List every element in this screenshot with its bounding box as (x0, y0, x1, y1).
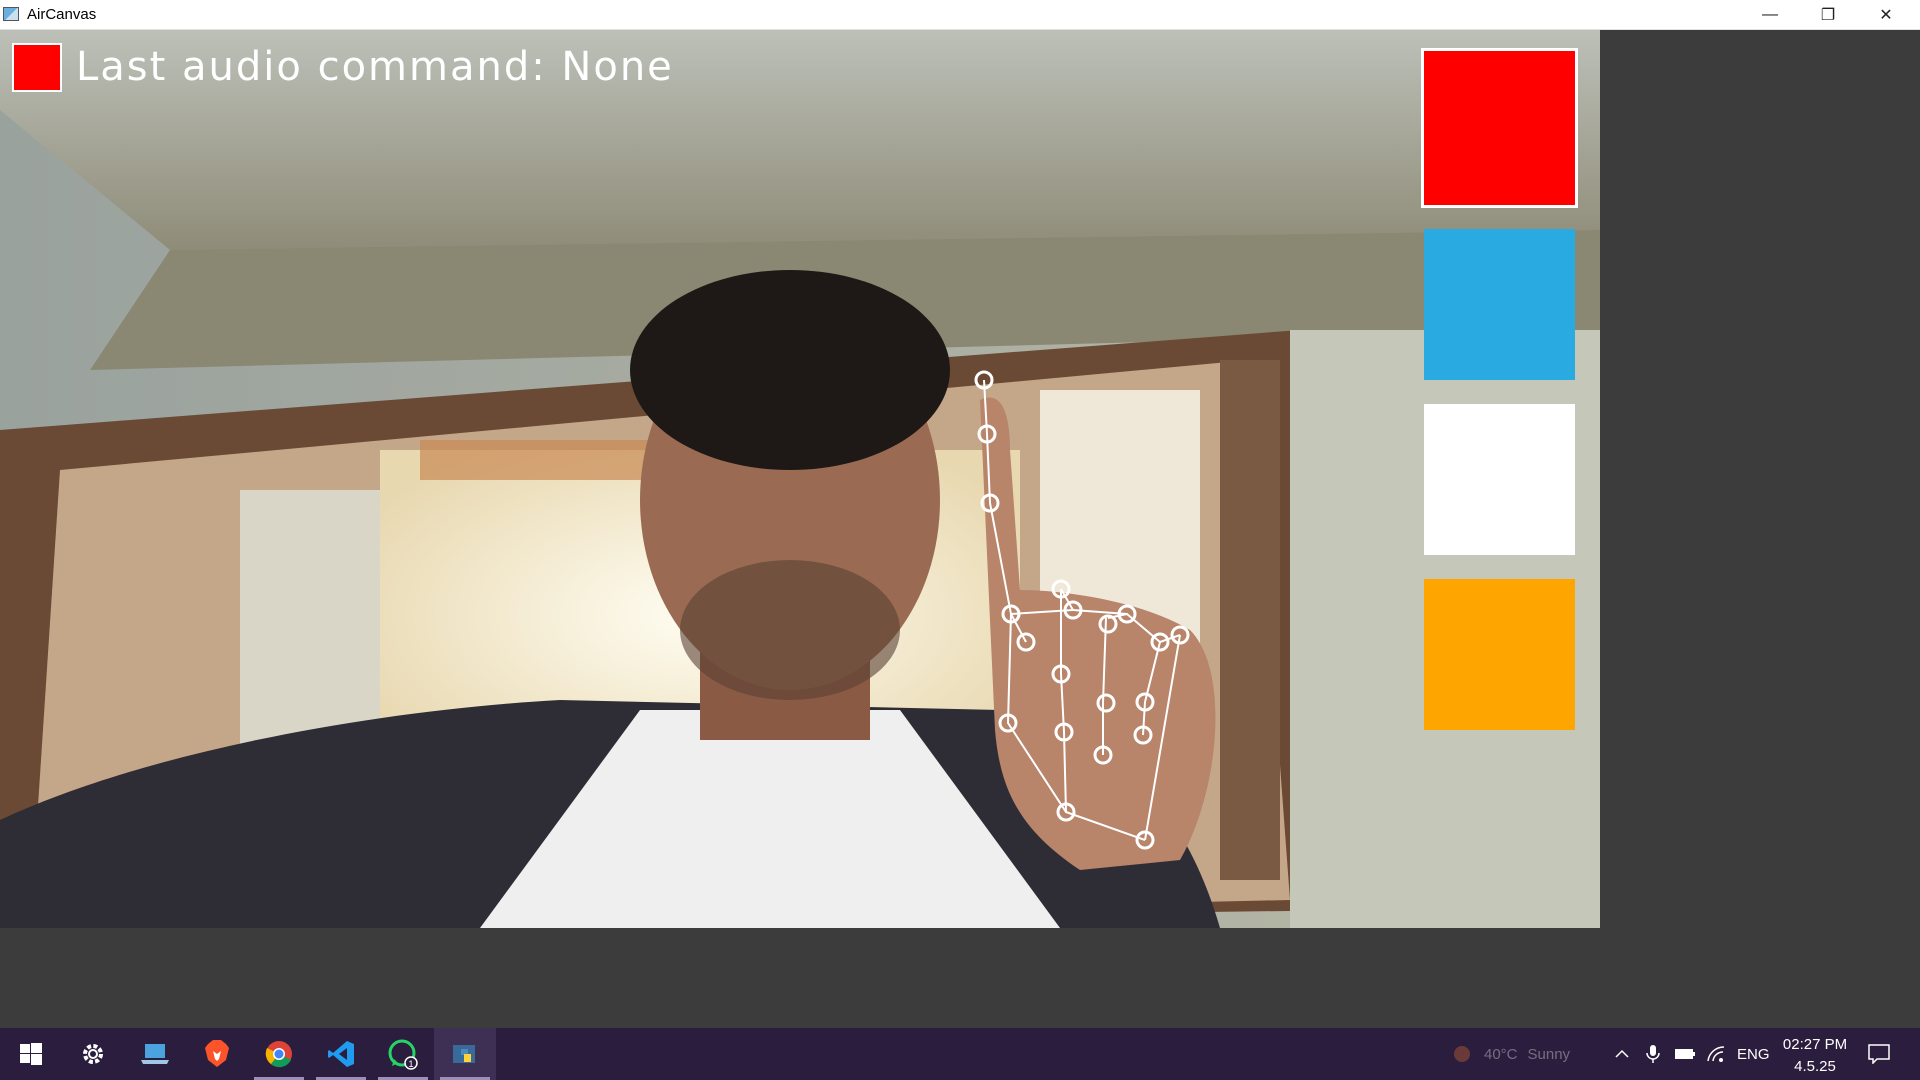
clock-time: 02:27 PM (1782, 1036, 1848, 1053)
palette-white-swatch[interactable] (1424, 404, 1575, 555)
network-button[interactable] (1706, 1028, 1726, 1080)
restore-button[interactable]: ❐ (1799, 0, 1857, 29)
clock-date: 4.5.25 (1794, 1058, 1836, 1075)
show-hidden-icons-button[interactable] (1614, 1028, 1630, 1080)
weather-widget[interactable]: 40°C Sunny (1450, 1028, 1570, 1080)
window-title: AirCanvas (27, 6, 97, 23)
brave-button[interactable] (186, 1028, 248, 1080)
python-button[interactable] (434, 1028, 496, 1080)
wifi-icon (1707, 1046, 1725, 1062)
close-button[interactable]: ✕ (1857, 0, 1915, 29)
this-pc-button[interactable] (124, 1028, 186, 1080)
palette-red-swatch[interactable] (1421, 48, 1578, 208)
microphone-icon (1646, 1045, 1660, 1063)
notification-icon (1868, 1044, 1890, 1064)
brave-lion-icon (205, 1040, 229, 1067)
chevron-up-icon (1615, 1049, 1629, 1058)
taskbar: 1 40°C Sunny ENG 02:27 PM 4.5.25 (0, 1028, 1920, 1080)
sun-icon (1454, 1046, 1470, 1062)
input-language-button[interactable]: ENG (1737, 1028, 1770, 1080)
palette-blue-swatch[interactable] (1424, 229, 1575, 380)
vscode-button[interactable] (310, 1028, 372, 1080)
whatsapp-badge: 1 (408, 1059, 413, 1069)
start-button[interactable] (0, 1028, 62, 1080)
clock[interactable]: 02:27 PM 4.5.25 (1770, 1034, 1860, 1078)
whatsapp-button[interactable]: 1 (372, 1028, 434, 1080)
chrome-button[interactable] (248, 1028, 310, 1080)
battery-icon (1675, 1049, 1695, 1059)
laptop-icon (141, 1044, 169, 1064)
chrome-icon (265, 1041, 292, 1068)
current-color-indicator (12, 43, 62, 92)
settings-button[interactable] (62, 1028, 124, 1080)
windows-logo-icon (20, 1043, 42, 1065)
action-center-button[interactable] (1868, 1028, 1890, 1080)
camera-feed[interactable]: Last audio command: None (0, 30, 1600, 928)
weather-temp: 40°C (1484, 1045, 1518, 1063)
python-icon (453, 1045, 475, 1063)
battery-button[interactable] (1674, 1028, 1696, 1080)
microphone-button[interactable] (1645, 1028, 1661, 1080)
whatsapp-icon: 1 (388, 1039, 418, 1070)
vscode-icon (328, 1041, 354, 1067)
minimize-button[interactable]: — (1741, 0, 1799, 29)
webcam-image (0, 30, 1600, 928)
title-bar: AirCanvas — ❐ ✕ (0, 0, 1920, 30)
gear-icon (83, 1044, 103, 1064)
palette-orange-swatch[interactable] (1424, 579, 1575, 730)
audio-command-status: Last audio command: None (76, 44, 674, 90)
app-icon (3, 7, 19, 21)
app-client-area: Last audio command: None (0, 30, 1920, 1028)
weather-condition: Sunny (1527, 1045, 1571, 1063)
